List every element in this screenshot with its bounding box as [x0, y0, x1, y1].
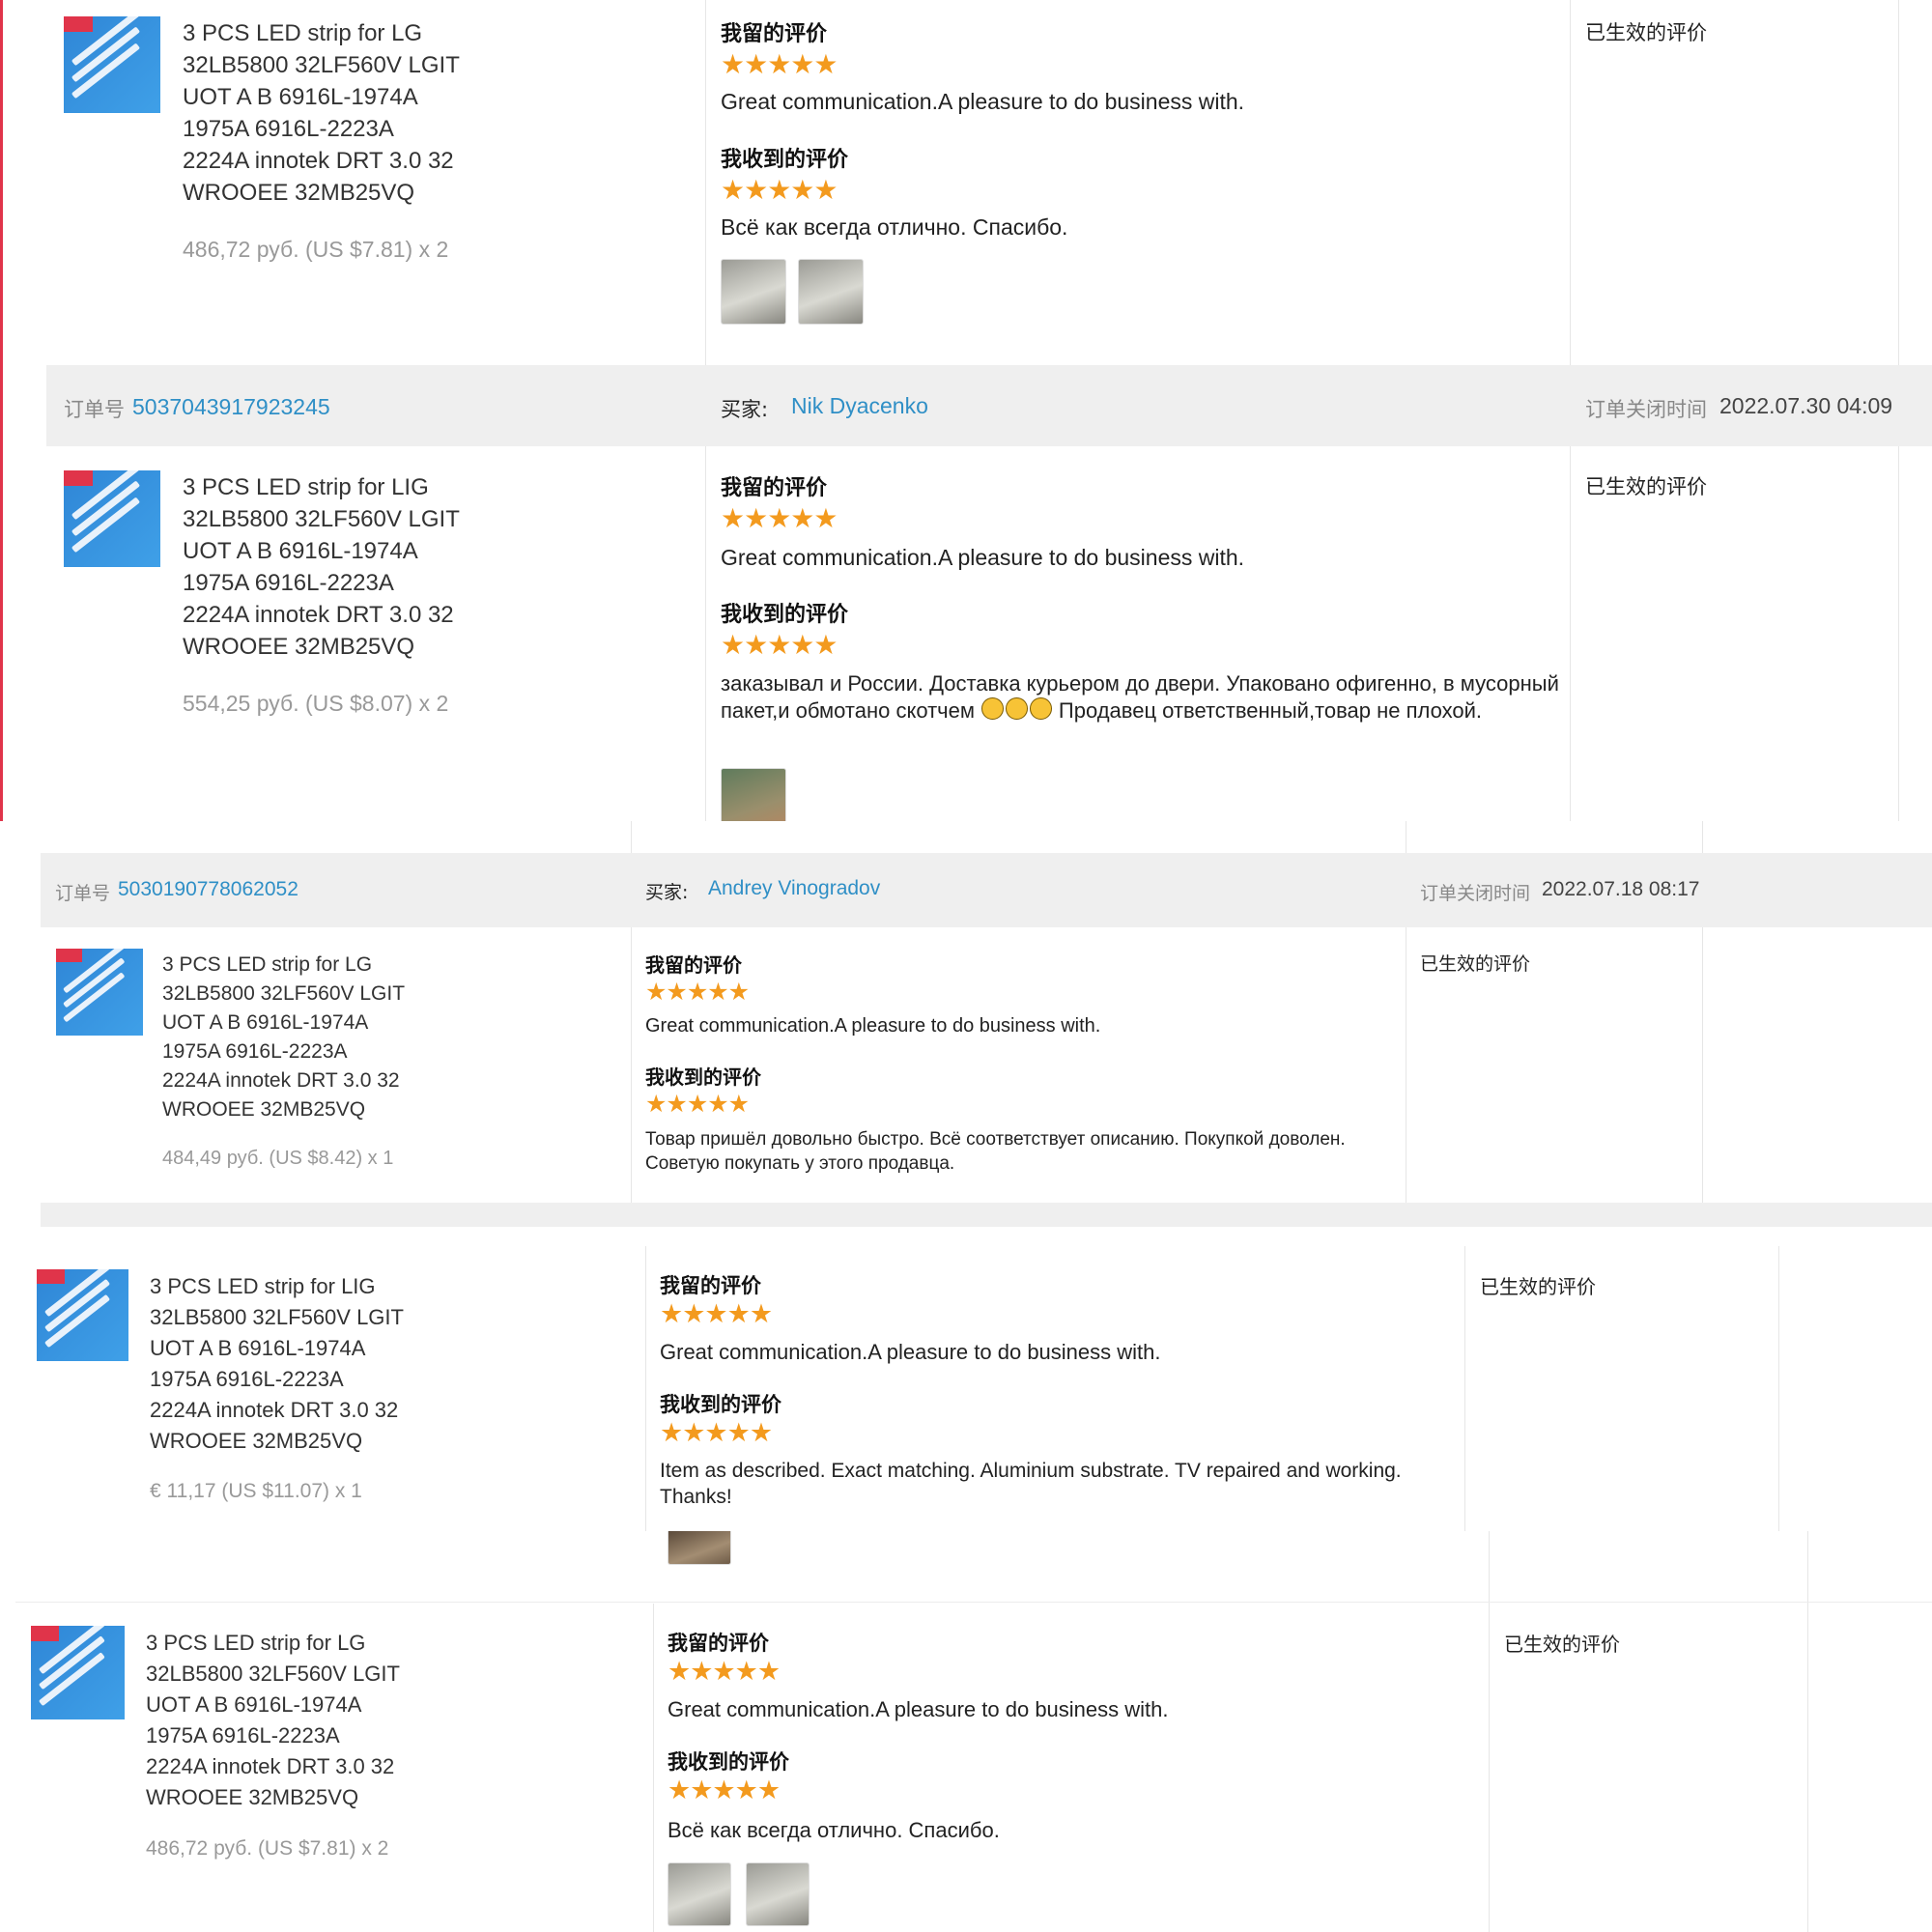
left-accent-line [0, 0, 3, 821]
product-title[interactable]: 3 PCS LED strip for LG 32LB5800 32LF560V… [183, 17, 460, 209]
order-number-link[interactable]: 5037043917923245 [132, 394, 330, 420]
section-separator [41, 1203, 1932, 1227]
my-review-stars: ★★★★★ [721, 503, 838, 533]
my-review-text: Great communication.A pleasure to do bus… [668, 1697, 1169, 1721]
order-header: 订单号 5030190778062052 买家: Andrey Vinograd… [41, 853, 1932, 927]
order-header: 订单号 5037043917923245 买家: Nik Dyacenko 订单… [46, 365, 1932, 446]
review-status: 已生效的评价 [1420, 953, 1531, 975]
received-review-heading: 我收到的评价 [721, 148, 849, 172]
product-title[interactable]: 3 PCS LED strip for LG 32LB5800 32LF560V… [162, 951, 405, 1124]
product-thumbnail[interactable] [56, 949, 143, 1036]
review-status: 已生效的评价 [1480, 1275, 1596, 1298]
column-divider [1807, 1531, 1808, 1604]
buyer-label: 买家: [721, 398, 769, 421]
column-divider [645, 1246, 646, 1531]
review-status: 已生效的评价 [1585, 21, 1707, 44]
screenshot-segment-2: 订单号 5030190778062052 买家: Andrey Vinograd… [19, 821, 1932, 1227]
buyer-label: 买家: [645, 882, 689, 903]
received-review-text: Всё как всегда отлично. Спасибо. [668, 1818, 1000, 1842]
product-thumbnail[interactable] [64, 470, 160, 567]
received-review-stars: ★★★★★ [645, 1091, 750, 1118]
my-review-heading: 我留的评价 [660, 1274, 761, 1297]
my-review-stars: ★★★★★ [721, 49, 838, 79]
my-review-heading: 我留的评价 [668, 1632, 769, 1655]
review-photo[interactable] [721, 259, 786, 325]
review-photo[interactable] [798, 259, 864, 325]
laughing-emoji-icon [981, 697, 1005, 720]
review-photo[interactable] [746, 1862, 810, 1926]
product-price: 484,49 руб. (US $8.42) x 1 [162, 1148, 394, 1169]
review-photo[interactable] [721, 768, 786, 821]
my-review-stars: ★★★★★ [645, 979, 750, 1006]
closed-time-label: 订单关闭时间 [1420, 883, 1531, 904]
review-photo[interactable] [668, 1862, 731, 1926]
received-review-heading: 我收到的评价 [660, 1393, 781, 1416]
received-review-text: Товар пришёл довольно быстро. Всё соотве… [645, 1129, 1346, 1174]
my-review-text: Great communication.A pleasure to do bus… [721, 89, 1245, 114]
screenshot-segment-3b [15, 1531, 1932, 1604]
product-price: 554,25 руб. (US $8.07) x 2 [183, 691, 449, 716]
my-review-heading: 我留的评价 [721, 476, 828, 500]
product-thumbnail[interactable] [64, 16, 160, 113]
review-status: 已生效的评价 [1585, 475, 1707, 498]
product-price: 486,72 руб. (US $7.81) x 2 [183, 237, 449, 262]
laughing-emoji-icon [1006, 697, 1028, 720]
received-review-text: заказывал и России. Доставка курьером до… [721, 670, 1561, 724]
my-review-heading: 我留的评价 [721, 22, 828, 46]
column-divider [1464, 1246, 1465, 1531]
my-review-text: Great communication.A pleasure to do bus… [645, 1015, 1101, 1037]
received-review-stars: ★★★★★ [660, 1418, 773, 1447]
product-title[interactable]: 3 PCS LED strip for LIG 32LB5800 32LF560… [150, 1271, 404, 1457]
received-text-part-2: Продавец ответственный,товар не плохой. [1058, 698, 1483, 723]
received-review-text: Item as described. Exact matching. Alumi… [660, 1460, 1402, 1508]
product-title[interactable]: 3 PCS LED strip for LIG 32LB5800 32LF560… [183, 471, 460, 663]
review-status: 已生效的评价 [1504, 1633, 1620, 1656]
my-review-text: Great communication.A pleasure to do bus… [721, 545, 1245, 570]
received-review-heading: 我收到的评价 [668, 1750, 789, 1774]
my-review-text: Great communication.A pleasure to do bus… [660, 1340, 1161, 1364]
my-review-stars: ★★★★★ [668, 1657, 781, 1686]
order-number-label: 订单号 [55, 883, 111, 904]
column-divider [1778, 1246, 1779, 1531]
order-number-label: 订单号 [64, 398, 125, 421]
column-divider [1489, 1531, 1490, 1604]
product-price: € 11,17 (US $11.07) x 1 [150, 1480, 362, 1502]
closed-time-label: 订单关闭时间 [1585, 398, 1707, 421]
closed-time-value: 2022.07.30 04:09 [1719, 393, 1893, 418]
column-divider [1807, 1604, 1808, 1932]
review-photo[interactable] [668, 1531, 731, 1565]
buyer-name-link[interactable]: Andrey Vinogradov [708, 877, 880, 900]
my-review-heading: 我留的评价 [645, 953, 742, 977]
product-thumbnail[interactable] [37, 1269, 128, 1361]
received-review-stars: ★★★★★ [668, 1776, 781, 1804]
screenshot-segment-4: 3 PCS LED strip for LG 32LB5800 32LF560V… [15, 1604, 1932, 1932]
screenshot-segment-1: 3 PCS LED strip for LG 32LB5800 32LF560V… [0, 0, 1932, 821]
closed-time-value: 2022.07.18 08:17 [1542, 878, 1700, 900]
received-review-heading: 我收到的评价 [645, 1065, 761, 1089]
column-divider [653, 1604, 654, 1932]
screenshot-segment-3: 3 PCS LED strip for LIG 32LB5800 32LF560… [15, 1246, 1932, 1531]
product-price: 486,72 руб. (US $7.81) x 2 [146, 1837, 389, 1860]
received-review-heading: 我收到的评价 [721, 603, 849, 627]
laughing-emoji-icon [1029, 697, 1052, 720]
row-divider [15, 1602, 1932, 1603]
product-title[interactable]: 3 PCS LED strip for LG 32LB5800 32LF560V… [146, 1628, 400, 1813]
order-number-link[interactable]: 5030190778062052 [118, 878, 298, 901]
column-divider [1489, 1604, 1490, 1932]
my-review-stars: ★★★★★ [660, 1299, 773, 1328]
buyer-name-link[interactable]: Nik Dyacenko [791, 393, 928, 419]
received-review-stars: ★★★★★ [721, 175, 838, 205]
received-review-stars: ★★★★★ [721, 630, 838, 660]
received-review-text: Всё как всегда отлично. Спасибо. [721, 214, 1068, 240]
product-thumbnail[interactable] [31, 1626, 125, 1719]
